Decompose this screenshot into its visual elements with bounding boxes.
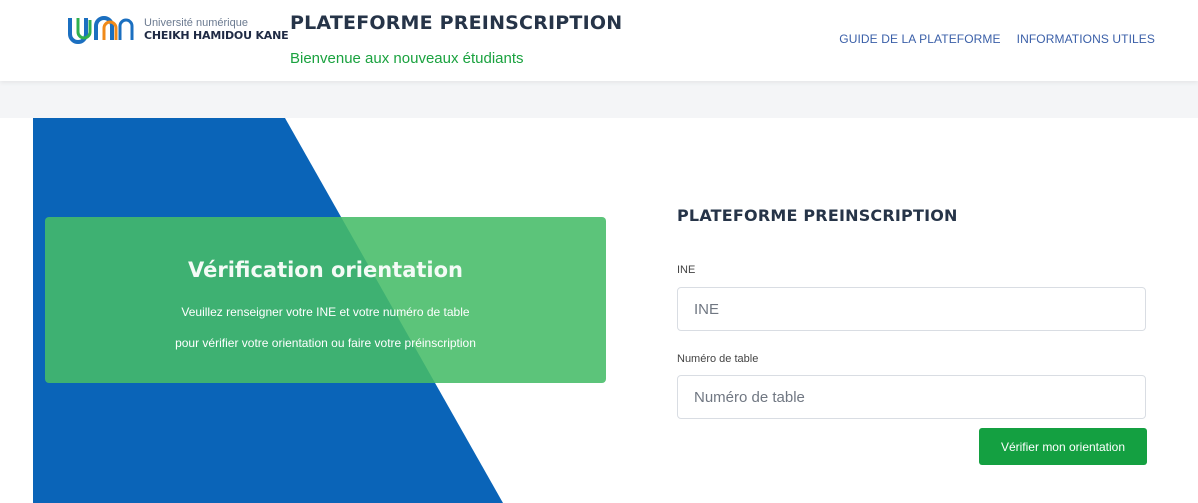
form-title: PLATEFORME PREINSCRIPTION <box>677 206 958 225</box>
verification-card: Vérification orientation Veuillez rensei… <box>45 217 606 383</box>
site-subtitle: Bienvenue aux nouveaux étudiants <box>290 50 524 67</box>
logo-line1: Université numérique <box>144 16 248 29</box>
card-text-line2: pour vérifier votre orientation ou faire… <box>175 336 476 350</box>
site-title: PLATEFORME PREINSCRIPTION <box>290 12 623 34</box>
ine-input[interactable] <box>677 287 1146 331</box>
header-divider-band <box>0 81 1198 118</box>
nav-info-link[interactable]: INFORMATIONS UTILES <box>1017 32 1155 46</box>
table-number-label: Numéro de table <box>677 353 759 365</box>
uncmk-logo-icon <box>68 16 134 44</box>
university-logo[interactable]: Université numérique CHEIKH HAMIDOU KANE <box>66 14 289 44</box>
verify-orientation-button[interactable]: Vérifier mon orientation <box>979 428 1147 465</box>
card-text-line1: Veuillez renseigner votre INE et votre n… <box>181 305 470 319</box>
nav-guide-link[interactable]: GUIDE DE LA PLATEFORME <box>839 32 1000 46</box>
preinscription-form: PLATEFORME PREINSCRIPTION INE Numéro de … <box>677 206 1147 465</box>
site-header: Université numérique CHEIKH HAMIDOU KANE… <box>0 0 1198 81</box>
top-nav: GUIDE DE LA PLATEFORME INFORMATIONS UTIL… <box>839 32 1155 46</box>
card-heading: Vérification orientation <box>187 258 463 282</box>
ine-label: INE <box>677 264 696 276</box>
table-number-input[interactable] <box>677 375 1146 419</box>
logo-line2: CHEIKH HAMIDOU KANE <box>144 28 289 42</box>
